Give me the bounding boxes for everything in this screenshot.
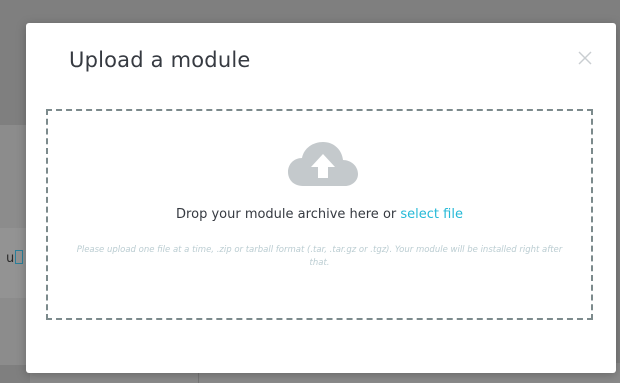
drop-instructions: Drop your module archive here or select … xyxy=(48,207,591,222)
background-checkbox-fragment xyxy=(15,250,24,264)
drop-text: Drop your module archive here or xyxy=(176,207,397,222)
upload-help-text: Please upload one file at a time, .zip o… xyxy=(76,245,563,269)
file-dropzone[interactable]: Drop your module archive here or select … xyxy=(46,109,593,320)
close-icon xyxy=(578,51,592,65)
select-file-link[interactable]: select file xyxy=(400,207,463,222)
cloud-upload-icon xyxy=(288,142,358,186)
background-partial-text: u xyxy=(6,251,15,266)
close-button[interactable] xyxy=(576,49,594,67)
modal-title: Upload a module xyxy=(69,48,251,72)
background-text: u xyxy=(6,250,24,266)
upload-module-modal: Upload a module Drop your module archive… xyxy=(26,23,616,373)
